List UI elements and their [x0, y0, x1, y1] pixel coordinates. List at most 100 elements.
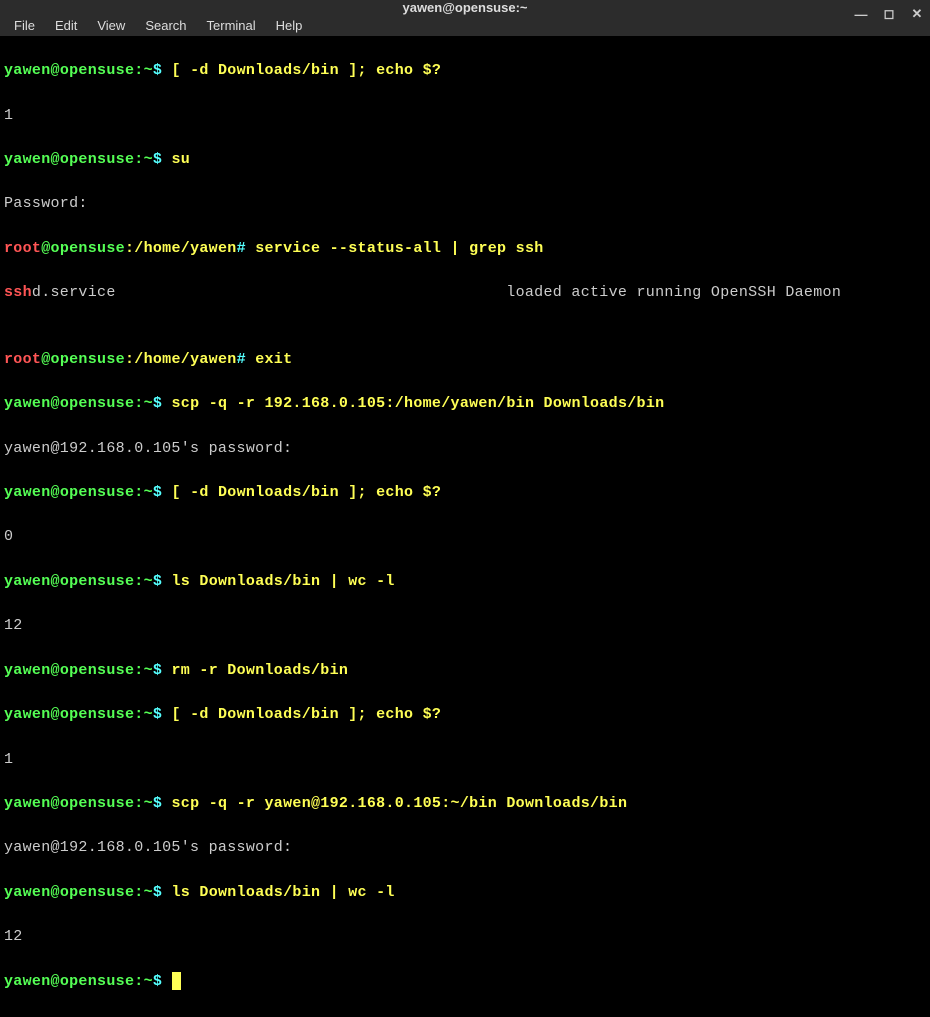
output: 12: [4, 926, 926, 948]
root-prompt-user: root: [4, 351, 41, 368]
root-prompt-path: /home/yawen: [134, 351, 236, 368]
prompt-user: yawen: [4, 662, 51, 679]
window-controls: — ◻ ✕: [854, 0, 924, 28]
command: [ -d Downloads/bin ]; echo $?: [162, 484, 441, 501]
command: rm -r Downloads/bin: [162, 662, 348, 679]
prompt-colon: :: [134, 884, 143, 901]
output: d.service loaded active running OpenSSH …: [32, 284, 841, 301]
prompt-at: @: [51, 662, 60, 679]
prompt-colon: :: [134, 62, 143, 79]
command: scp -q -r yawen@192.168.0.105:~/bin Down…: [162, 795, 627, 812]
titlebar: yawen@opensuse:~ — ◻ ✕: [0, 0, 930, 15]
prompt-path: ~: [144, 795, 153, 812]
prompt-at: @: [51, 62, 60, 79]
minimize-button[interactable]: —: [854, 7, 868, 22]
maximize-button[interactable]: ◻: [882, 6, 896, 22]
root-prompt-dollar: #: [237, 351, 246, 368]
prompt-user: yawen: [4, 395, 51, 412]
prompt-path: ~: [144, 395, 153, 412]
output: 0: [4, 526, 926, 548]
root-prompt-colon: :: [125, 351, 134, 368]
prompt-host: opensuse: [60, 62, 134, 79]
prompt-dollar: $: [153, 973, 162, 990]
cursor-icon: [172, 972, 181, 990]
root-prompt-user: root: [4, 240, 41, 257]
prompt-dollar: $: [153, 395, 162, 412]
root-prompt-at: @: [41, 240, 50, 257]
prompt-path: ~: [144, 706, 153, 723]
prompt-host: opensuse: [60, 573, 134, 590]
prompt-user: yawen: [4, 795, 51, 812]
prompt-dollar: $: [153, 795, 162, 812]
prompt-colon: :: [134, 484, 143, 501]
prompt-host: opensuse: [60, 484, 134, 501]
command: [ -d Downloads/bin ]; echo $?: [162, 62, 441, 79]
close-button[interactable]: ✕: [910, 6, 924, 22]
menu-edit[interactable]: Edit: [47, 15, 85, 36]
output: yawen@192.168.0.105's password:: [4, 438, 926, 460]
root-prompt-host: opensuse: [51, 351, 125, 368]
prompt-user: yawen: [4, 706, 51, 723]
command: exit: [246, 351, 293, 368]
prompt-host: opensuse: [60, 706, 134, 723]
prompt-colon: :: [134, 795, 143, 812]
prompt-user: yawen: [4, 573, 51, 590]
menu-terminal[interactable]: Terminal: [199, 15, 264, 36]
prompt-at: @: [51, 573, 60, 590]
window-title: yawen@opensuse:~: [402, 0, 527, 15]
menu-help[interactable]: Help: [268, 15, 311, 36]
prompt-host: opensuse: [60, 151, 134, 168]
prompt-colon: :: [134, 662, 143, 679]
prompt-colon: :: [134, 395, 143, 412]
prompt-colon: :: [134, 973, 143, 990]
menu-search[interactable]: Search: [137, 15, 194, 36]
command: ls Downloads/bin | wc -l: [162, 573, 395, 590]
prompt-dollar: $: [153, 62, 162, 79]
root-prompt-dollar: #: [237, 240, 246, 257]
output: 1: [4, 105, 926, 127]
prompt-colon: :: [134, 706, 143, 723]
prompt-at: @: [51, 795, 60, 812]
output-highlight: ssh: [4, 284, 32, 301]
prompt-user: yawen: [4, 484, 51, 501]
output: 1: [4, 749, 926, 771]
prompt-user: yawen: [4, 973, 51, 990]
root-prompt-path: /home/yawen: [134, 240, 236, 257]
prompt-dollar: $: [153, 884, 162, 901]
command: su: [162, 151, 190, 168]
prompt-at: @: [51, 973, 60, 990]
output: 12: [4, 615, 926, 637]
prompt-at: @: [51, 706, 60, 723]
command: ls Downloads/bin | wc -l: [162, 884, 395, 901]
menu-file[interactable]: File: [6, 15, 43, 36]
prompt-host: opensuse: [60, 884, 134, 901]
prompt-host: opensuse: [60, 662, 134, 679]
prompt-dollar: $: [153, 706, 162, 723]
prompt-path: ~: [144, 662, 153, 679]
output: Password:: [4, 193, 926, 215]
prompt-path: ~: [144, 62, 153, 79]
prompt-user: yawen: [4, 151, 51, 168]
root-prompt-at: @: [41, 351, 50, 368]
prompt-path: ~: [144, 151, 153, 168]
root-prompt-host: opensuse: [51, 240, 125, 257]
prompt-dollar: $: [153, 573, 162, 590]
prompt-user: yawen: [4, 62, 51, 79]
prompt-at: @: [51, 884, 60, 901]
prompt-user: yawen: [4, 884, 51, 901]
menubar: File Edit View Search Terminal Help: [0, 15, 930, 36]
prompt-host: opensuse: [60, 395, 134, 412]
prompt-path: ~: [144, 484, 153, 501]
menu-view[interactable]: View: [89, 15, 133, 36]
prompt-colon: :: [134, 573, 143, 590]
prompt-host: opensuse: [60, 973, 134, 990]
prompt-colon: :: [134, 151, 143, 168]
terminal-output[interactable]: yawen@opensuse:~$ [ -d Downloads/bin ]; …: [0, 36, 930, 1017]
command: [162, 973, 171, 990]
output: yawen@192.168.0.105's password:: [4, 837, 926, 859]
prompt-at: @: [51, 151, 60, 168]
prompt-path: ~: [144, 573, 153, 590]
prompt-host: opensuse: [60, 795, 134, 812]
prompt-dollar: $: [153, 151, 162, 168]
prompt-path: ~: [144, 973, 153, 990]
